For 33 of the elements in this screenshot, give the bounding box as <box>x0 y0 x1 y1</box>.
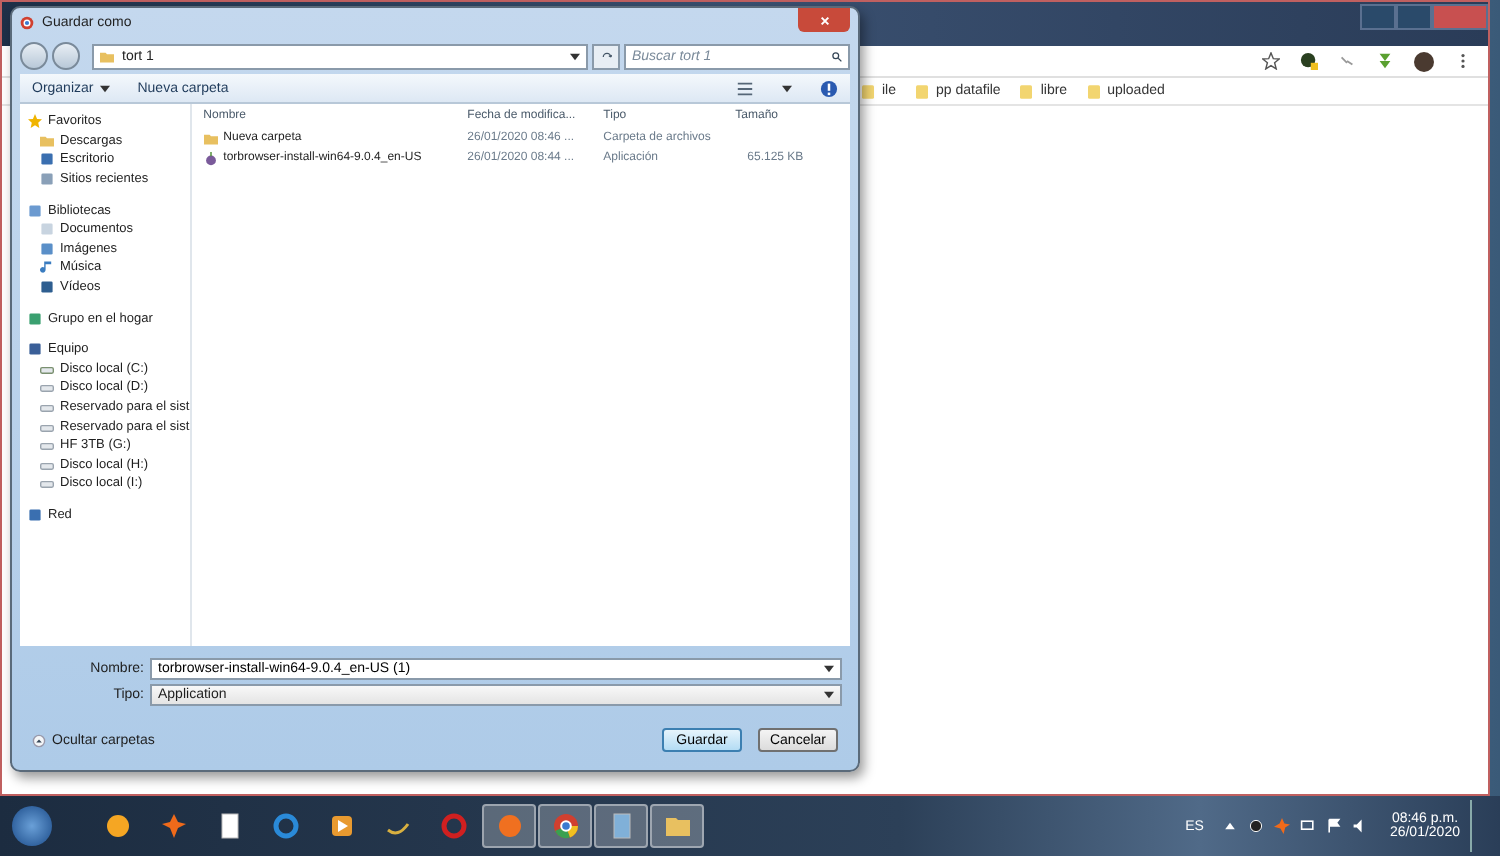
flag-icon[interactable] <box>1325 818 1342 834</box>
collapse-icon <box>32 733 46 747</box>
expand-tray-icon[interactable] <box>1221 818 1238 834</box>
music-note-icon <box>40 260 54 275</box>
close-button[interactable] <box>798 8 850 32</box>
caret-icon[interactable] <box>824 664 834 674</box>
star-icon[interactable] <box>1262 52 1280 70</box>
speaker-icon[interactable] <box>1351 818 1368 834</box>
caret-icon <box>824 690 834 700</box>
download-icon[interactable] <box>1376 52 1394 70</box>
splat-icon <box>159 812 187 840</box>
ring-icon <box>271 812 299 840</box>
search-icon <box>832 51 842 61</box>
refresh-icon <box>601 51 611 61</box>
caret-icon <box>99 83 110 93</box>
notepad-icon <box>607 812 635 840</box>
forward-button[interactable] <box>52 42 80 70</box>
chrome-icon <box>551 812 579 840</box>
dropdown-icon[interactable] <box>570 51 580 61</box>
tray-app-icon[interactable] <box>1247 818 1264 834</box>
help-icon[interactable] <box>820 79 838 97</box>
start-button[interactable] <box>12 806 52 846</box>
view-options-icon[interactable] <box>736 79 754 97</box>
onion-icon <box>203 151 218 165</box>
close-icon <box>819 15 829 25</box>
avatar-icon[interactable] <box>1414 51 1434 71</box>
dropdown-icon[interactable] <box>782 83 792 93</box>
play-icon <box>327 812 355 840</box>
chrome-icon <box>20 16 34 30</box>
ball-icon <box>103 812 131 840</box>
ring-icon <box>439 812 467 840</box>
back-button[interactable] <box>20 42 48 70</box>
star-icon <box>28 114 42 129</box>
